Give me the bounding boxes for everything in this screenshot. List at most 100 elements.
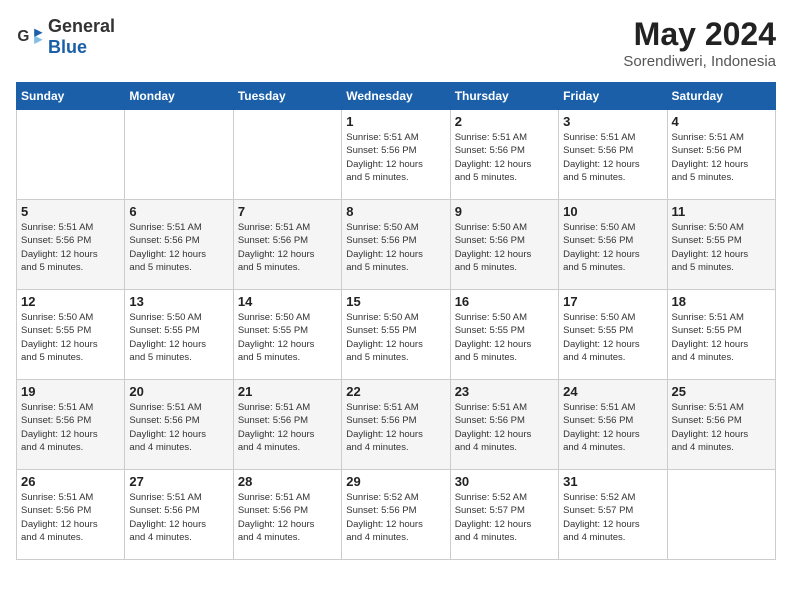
day-number: 3 xyxy=(563,114,662,129)
day-number: 14 xyxy=(238,294,337,309)
day-number: 15 xyxy=(346,294,445,309)
day-info: Sunrise: 5:51 AM Sunset: 5:56 PM Dayligh… xyxy=(455,401,554,454)
day-number: 2 xyxy=(455,114,554,129)
calendar-cell: 17 Sunrise: 5:50 AM Sunset: 5:55 PM Dayli… xyxy=(559,290,667,380)
month-year-title: May 2024 xyxy=(623,16,776,53)
calendar-cell: 7 Sunrise: 5:51 AM Sunset: 5:56 PM Daylig… xyxy=(233,200,341,290)
day-info: Sunrise: 5:51 AM Sunset: 5:56 PM Dayligh… xyxy=(563,401,662,454)
day-info: Sunrise: 5:50 AM Sunset: 5:55 PM Dayligh… xyxy=(563,311,662,364)
calendar-cell: 8Sunrise: 5:50 AM Sunset: 5:56 PM Daylig… xyxy=(342,200,450,290)
calendar-cell: 18Sunrise: 5:51 AM Sunset: 5:55 PM Dayli… xyxy=(667,290,775,380)
day-info: Sunrise: 5:51 AM Sunset: 5:56 PM Dayligh… xyxy=(21,401,120,454)
day-info: Sunrise: 5:51 AM Sunset: 5:56 PM Dayligh… xyxy=(672,131,771,184)
logo-general: General xyxy=(48,16,115,36)
day-info: Sunrise: 5:50 AM Sunset: 5:55 PM Dayligh… xyxy=(346,311,445,364)
calendar-cell xyxy=(667,470,775,560)
calendar-cell: 21 Sunrise: 5:51 AM Sunset: 5:56 PM Dayli… xyxy=(233,380,341,470)
day-number: 6 xyxy=(129,204,228,219)
header-sunday: Sunday xyxy=(17,83,125,110)
day-number: 4 xyxy=(672,114,771,129)
day-number: 9 xyxy=(455,204,554,219)
day-info: Sunrise: 5:52 AM Sunset: 5:57 PM Dayligh… xyxy=(455,491,554,544)
calendar-cell xyxy=(17,110,125,200)
day-number: 25 xyxy=(672,384,771,399)
header-thursday: Thursday xyxy=(450,83,558,110)
logo-blue: Blue xyxy=(48,37,87,57)
calendar-cell: 3 Sunrise: 5:51 AM Sunset: 5:56 PM Daylig… xyxy=(559,110,667,200)
day-info: Sunrise: 5:51 AM Sunset: 5:56 PM Dayligh… xyxy=(346,401,445,454)
calendar-cell: 27 Sunrise: 5:51 AM Sunset: 5:56 PM Dayli… xyxy=(125,470,233,560)
calendar-week-3: 12Sunrise: 5:50 AM Sunset: 5:55 PM Dayli… xyxy=(17,290,776,380)
day-info: Sunrise: 5:51 AM Sunset: 5:56 PM Dayligh… xyxy=(238,491,337,544)
calendar-cell: 22 Sunrise: 5:51 AM Sunset: 5:56 PM Dayli… xyxy=(342,380,450,470)
calendar-cell: 31 Sunrise: 5:52 AM Sunset: 5:57 PM Dayli… xyxy=(559,470,667,560)
calendar-cell: 9 Sunrise: 5:50 AM Sunset: 5:56 PM Daylig… xyxy=(450,200,558,290)
day-info: Sunrise: 5:51 AM Sunset: 5:56 PM Dayligh… xyxy=(238,221,337,274)
day-number: 10 xyxy=(563,204,662,219)
calendar-cell: 15 Sunrise: 5:50 AM Sunset: 5:55 PM Dayli… xyxy=(342,290,450,380)
calendar-cell: 25 Sunrise: 5:51 AM Sunset: 5:56 PM Dayli… xyxy=(667,380,775,470)
calendar-cell: 24 Sunrise: 5:51 AM Sunset: 5:56 PM Dayli… xyxy=(559,380,667,470)
calendar-cell: 4 Sunrise: 5:51 AM Sunset: 5:56 PM Daylig… xyxy=(667,110,775,200)
title-block: May 2024 Sorendiweri, Indonesia xyxy=(623,16,776,70)
day-number: 1 xyxy=(346,114,445,129)
day-info: Sunrise: 5:51 AM Sunset: 5:56 PM Dayligh… xyxy=(238,401,337,454)
calendar-cell: 29 Sunrise: 5:52 AM Sunset: 5:56 PM Dayli… xyxy=(342,470,450,560)
calendar-cell: 30 Sunrise: 5:52 AM Sunset: 5:57 PM Dayli… xyxy=(450,470,558,560)
day-number: 29 xyxy=(346,474,445,489)
calendar-week-5: 26Sunrise: 5:51 AM Sunset: 5:56 PM Dayli… xyxy=(17,470,776,560)
location-subtitle: Sorendiweri, Indonesia xyxy=(623,53,776,70)
day-info: Sunrise: 5:50 AM Sunset: 5:56 PM Dayligh… xyxy=(563,221,662,274)
logo: G General Blue xyxy=(16,16,115,58)
calendar-cell: 20 Sunrise: 5:51 AM Sunset: 5:56 PM Dayli… xyxy=(125,380,233,470)
day-number: 21 xyxy=(238,384,337,399)
calendar-cell: 2Sunrise: 5:51 AM Sunset: 5:56 PM Daylig… xyxy=(450,110,558,200)
day-info: Sunrise: 5:50 AM Sunset: 5:56 PM Dayligh… xyxy=(455,221,554,274)
day-info: Sunrise: 5:51 AM Sunset: 5:56 PM Dayligh… xyxy=(21,491,120,544)
header-saturday: Saturday xyxy=(667,83,775,110)
day-number: 16 xyxy=(455,294,554,309)
header-monday: Monday xyxy=(125,83,233,110)
day-info: Sunrise: 5:50 AM Sunset: 5:56 PM Dayligh… xyxy=(346,221,445,274)
day-number: 7 xyxy=(238,204,337,219)
day-info: Sunrise: 5:51 AM Sunset: 5:56 PM Dayligh… xyxy=(129,401,228,454)
day-info: Sunrise: 5:51 AM Sunset: 5:55 PM Dayligh… xyxy=(672,311,771,364)
day-info: Sunrise: 5:52 AM Sunset: 5:56 PM Dayligh… xyxy=(346,491,445,544)
day-number: 30 xyxy=(455,474,554,489)
day-number: 23 xyxy=(455,384,554,399)
calendar-cell xyxy=(233,110,341,200)
day-number: 22 xyxy=(346,384,445,399)
calendar-cell: 26Sunrise: 5:51 AM Sunset: 5:56 PM Dayli… xyxy=(17,470,125,560)
day-info: Sunrise: 5:50 AM Sunset: 5:55 PM Dayligh… xyxy=(238,311,337,364)
day-number: 11 xyxy=(672,204,771,219)
day-info: Sunrise: 5:50 AM Sunset: 5:55 PM Dayligh… xyxy=(129,311,228,364)
svg-text:G: G xyxy=(17,28,29,45)
calendar-week-1: 1 Sunrise: 5:51 AM Sunset: 5:56 PM Daylig… xyxy=(17,110,776,200)
day-info: Sunrise: 5:52 AM Sunset: 5:57 PM Dayligh… xyxy=(563,491,662,544)
calendar-cell xyxy=(125,110,233,200)
calendar-cell: 5Sunrise: 5:51 AM Sunset: 5:56 PM Daylig… xyxy=(17,200,125,290)
day-number: 13 xyxy=(129,294,228,309)
calendar-week-4: 19Sunrise: 5:51 AM Sunset: 5:56 PM Dayli… xyxy=(17,380,776,470)
calendar-cell: 6Sunrise: 5:51 AM Sunset: 5:56 PM Daylig… xyxy=(125,200,233,290)
calendar-cell: 19Sunrise: 5:51 AM Sunset: 5:56 PM Dayli… xyxy=(17,380,125,470)
header-row: Sunday Monday Tuesday Wednesday Thursday… xyxy=(17,83,776,110)
day-info: Sunrise: 5:50 AM Sunset: 5:55 PM Dayligh… xyxy=(672,221,771,274)
header-friday: Friday xyxy=(559,83,667,110)
day-info: Sunrise: 5:50 AM Sunset: 5:55 PM Dayligh… xyxy=(455,311,554,364)
day-info: Sunrise: 5:51 AM Sunset: 5:56 PM Dayligh… xyxy=(563,131,662,184)
day-number: 28 xyxy=(238,474,337,489)
calendar-cell: 1Sunrise: 5:51 AM Sunset: 5:56 PM Daylig… xyxy=(342,110,450,200)
day-info: Sunrise: 5:51 AM Sunset: 5:56 PM Dayligh… xyxy=(129,491,228,544)
day-number: 24 xyxy=(563,384,662,399)
day-number: 20 xyxy=(129,384,228,399)
logo-icon: G xyxy=(16,23,44,51)
calendar-cell: 12Sunrise: 5:50 AM Sunset: 5:55 PM Dayli… xyxy=(17,290,125,380)
calendar-cell: 13 Sunrise: 5:50 AM Sunset: 5:55 PM Dayli… xyxy=(125,290,233,380)
day-info: Sunrise: 5:50 AM Sunset: 5:55 PM Dayligh… xyxy=(21,311,120,364)
calendar-cell: 23 Sunrise: 5:51 AM Sunset: 5:56 PM Dayli… xyxy=(450,380,558,470)
day-number: 27 xyxy=(129,474,228,489)
day-number: 31 xyxy=(563,474,662,489)
day-number: 17 xyxy=(563,294,662,309)
day-info: Sunrise: 5:51 AM Sunset: 5:56 PM Dayligh… xyxy=(672,401,771,454)
